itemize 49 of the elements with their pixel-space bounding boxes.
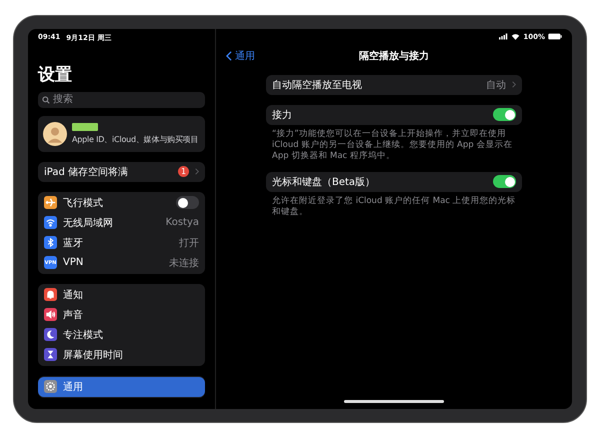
name-redaction-block: [72, 122, 98, 130]
row-label: 接力: [272, 108, 293, 122]
storage-alert-label: iPad 储存空间将满: [44, 166, 130, 178]
avatar-icon: [43, 122, 67, 146]
notification-badge: 1: [178, 166, 189, 177]
back-chevron-icon: [226, 50, 232, 60]
chevron-icon: [512, 81, 516, 88]
profile-subtitle: Apple ID、iCloud、媒体与购买项目: [72, 134, 198, 144]
settings-row[interactable]: 光标和键盘（Beta版）: [266, 172, 522, 192]
chevron-icon: [195, 168, 199, 175]
row-label: 通用: [63, 380, 84, 394]
settings-row[interactable]: 蓝牙 打开: [38, 232, 205, 252]
settings-row[interactable]: 飞行模式: [38, 192, 205, 212]
row-label: VPN: [63, 257, 84, 268]
settings-row[interactable]: 声音: [38, 304, 205, 324]
footer-note: “接力”功能使您可以在一台设备上开始操作，并立即在使用 iCloud 账户的另一台设备上继续。您要使用的 App 会显示在 App 切换器和 Mac 程序坞中。: [272, 128, 514, 162]
settings-row[interactable]: 无线局域网 Kostya: [38, 212, 205, 232]
row-label: 自动隔空播放至电视: [272, 78, 363, 92]
settings-row[interactable]: 专注模式: [38, 324, 205, 344]
search-field[interactable]: 搜索: [38, 92, 205, 108]
row-label: 通知: [63, 288, 84, 302]
toggle-switch[interactable]: [176, 196, 199, 209]
row-label: 飞行模式: [63, 196, 104, 210]
row-label: 蓝牙: [63, 236, 84, 250]
settings-row[interactable]: 通知: [38, 284, 205, 304]
row-label: 声音: [63, 308, 84, 322]
profile-card[interactable]: Apple ID、iCloud、媒体与购买项目: [38, 116, 205, 152]
row-label: 光标和键盘（Beta版）: [272, 176, 376, 189]
toggle-switch[interactable]: [493, 175, 516, 188]
footer-note: 允许在附近登录了您 iCloud 账户的任何 Mac 上使用您的光标和键盘。: [272, 196, 516, 218]
back-button[interactable]: 通用: [226, 48, 255, 62]
battery-icon: [548, 33, 562, 40]
row-label: 无线局域网: [63, 216, 114, 230]
row-value: 未连接: [169, 256, 199, 270]
row-label: 专注模式: [63, 328, 104, 342]
wifi-icon: [511, 33, 520, 40]
row-value: 打开: [179, 236, 199, 250]
row-value: Kostya: [166, 217, 199, 228]
settings-row[interactable]: 接力: [266, 104, 522, 124]
signal-icon: [499, 33, 508, 40]
settings-row[interactable]: 屏幕使用时间: [38, 344, 205, 364]
storage-alert-row[interactable]: iPad 储存空间将满 1: [38, 162, 205, 182]
page-title: 隔空播放与接力: [359, 50, 429, 62]
settings-row[interactable]: 自动隔空播放至电视 自动: [266, 74, 522, 94]
settings-title: 设置: [38, 64, 73, 86]
row-value: 自动: [486, 78, 506, 92]
settings-row[interactable]: 通用: [38, 376, 205, 396]
toggle-switch[interactable]: [493, 108, 516, 121]
row-label: 屏幕使用时间: [63, 348, 124, 362]
